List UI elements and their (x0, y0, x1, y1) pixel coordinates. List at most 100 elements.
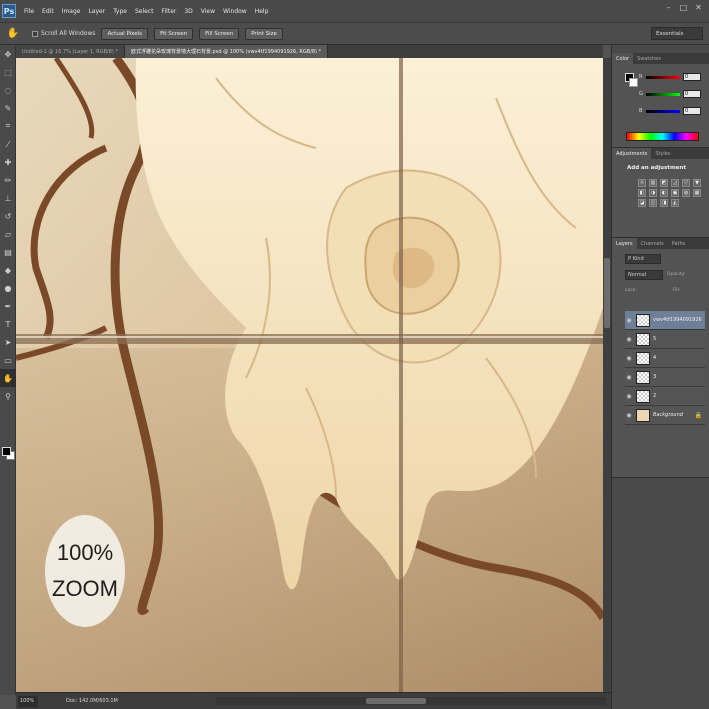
quick-select-tool-icon[interactable]: ✎ (0, 99, 16, 117)
blend-row: Normal Opacity: (625, 268, 707, 281)
eraser-tool-icon[interactable]: ▱ (0, 225, 16, 243)
color-lookup-icon[interactable]: ◍ (682, 189, 690, 197)
horizontal-scroll-thumb[interactable] (366, 698, 426, 704)
menu-filter[interactable]: Filter (158, 8, 181, 15)
tab-active-document[interactable]: 欧式浮雕花朵玫瑰背景墙大理石背景.psd @ 100% (vwv4tf19940… (124, 45, 329, 58)
workspace-select[interactable]: Essentials (651, 27, 703, 40)
menu-image[interactable]: Image (58, 8, 85, 15)
tab-color[interactable]: Color (612, 53, 634, 64)
menu-edit[interactable]: Edit (38, 8, 58, 15)
document-info[interactable]: Doc: 142.0M/603.1M (66, 698, 118, 704)
tab-paths[interactable]: Paths (668, 238, 690, 249)
blur-tool-icon[interactable]: ◆ (0, 261, 16, 279)
layer-row[interactable]: ◉ 4 (625, 349, 705, 368)
hand-icon[interactable]: ✋ (6, 27, 20, 41)
dodge-tool-icon[interactable]: ● (0, 279, 16, 297)
vertical-scrollbar[interactable] (603, 58, 611, 692)
posterize-icon[interactable]: ◪ (638, 199, 646, 207)
visibility-eye-icon[interactable]: ◉ (625, 393, 633, 400)
color-balance-icon[interactable]: ◧ (638, 189, 646, 197)
tab-layers[interactable]: Layers (612, 238, 637, 249)
curves-icon[interactable]: ◩ (660, 179, 668, 187)
pen-tool-icon[interactable]: ✒ (0, 297, 16, 315)
exposure-icon[interactable]: ◿ (671, 179, 679, 187)
clone-stamp-tool-icon[interactable]: ⊥ (0, 189, 16, 207)
path-selection-tool-icon[interactable]: ➤ (0, 333, 16, 351)
layer-row[interactable]: ◉ vwv4tf1994091926 (625, 311, 705, 330)
red-value[interactable]: 0 (683, 73, 701, 81)
layer-row[interactable]: ◉ 3 (625, 368, 705, 387)
layer-row[interactable]: ◉ 2 (625, 387, 705, 406)
maximize-icon[interactable]: □ (679, 3, 688, 12)
blue-value[interactable]: 0 (683, 107, 701, 115)
layer-kind-filter[interactable]: Ρ Kind (625, 253, 661, 264)
actual-pixels-button[interactable]: Actual Pixels (101, 27, 149, 40)
close-icon[interactable]: ✕ (694, 3, 703, 12)
menu-view[interactable]: View (197, 8, 219, 15)
checkbox-box[interactable] (32, 30, 38, 37)
tab-styles[interactable]: Styles (651, 148, 674, 159)
foreground-color-swatch[interactable] (2, 447, 11, 456)
levels-icon[interactable]: ▥ (649, 179, 657, 187)
channel-mixer-icon[interactable]: ▣ (671, 189, 679, 197)
color-spectrum-bar[interactable] (626, 132, 699, 141)
healing-brush-tool-icon[interactable]: ✚ (0, 153, 16, 171)
photo-filter-icon[interactable]: ◐ (660, 189, 668, 197)
menu-layer[interactable]: Layer (84, 8, 109, 15)
brightness-contrast-icon[interactable]: ☼ (638, 179, 646, 187)
blend-mode-select[interactable]: Normal (625, 269, 663, 280)
fill-screen-button[interactable]: Fill Screen (199, 27, 240, 40)
print-size-button[interactable]: Print Size (245, 27, 283, 40)
marquee-tool-icon[interactable]: ⬚ (0, 63, 16, 81)
gradient-tool-icon[interactable]: ▤ (0, 243, 16, 261)
shape-tool-icon[interactable]: ▭ (0, 351, 16, 369)
move-tool-icon[interactable]: ✥ (0, 45, 16, 63)
horizontal-scrollbar[interactable] (216, 697, 606, 705)
vertical-scroll-thumb[interactable] (604, 258, 610, 328)
hand-tool-icon[interactable]: ✋ (0, 369, 16, 387)
tab-swatches[interactable]: Swatches (633, 53, 665, 64)
gradient-map-icon[interactable]: ◨ (660, 199, 668, 207)
lasso-tool-icon[interactable]: ◌ (0, 81, 16, 99)
selective-color-icon[interactable]: ◭ (671, 199, 679, 207)
menu-3d[interactable]: 3D (180, 8, 196, 15)
tab-channels[interactable]: Channels (637, 238, 668, 249)
threshold-icon[interactable]: ◫ (649, 199, 657, 207)
visibility-eye-icon[interactable]: ◉ (625, 336, 633, 343)
eyedropper-tool-icon[interactable]: ⁄ (0, 135, 16, 153)
layer-thumbnail (636, 313, 650, 327)
crop-tool-icon[interactable]: ⌗ (0, 117, 16, 135)
menu-type[interactable]: Type (109, 8, 131, 15)
invert-icon[interactable]: ▦ (693, 189, 701, 197)
document-canvas[interactable]: 100% ZOOM (16, 58, 603, 692)
green-slider[interactable] (646, 92, 680, 96)
background-chip[interactable] (629, 78, 638, 87)
zoom-level-field[interactable]: 100% (18, 695, 38, 707)
hue-saturation-icon[interactable]: ▼ (693, 179, 701, 187)
right-panel-dock: ▤ ≡ Color Swatches R 0 G 0 B 0 (611, 45, 709, 709)
menu-help[interactable]: Help (251, 8, 273, 15)
type-tool-icon[interactable]: T (0, 315, 16, 333)
scroll-all-windows-checkbox[interactable]: Scroll All Windows (32, 30, 95, 37)
brush-tool-icon[interactable]: ✏ (0, 171, 16, 189)
visibility-eye-icon[interactable]: ◉ (625, 412, 633, 419)
zoom-tool-icon[interactable]: ⚲ (0, 387, 16, 405)
green-value[interactable]: 0 (683, 90, 701, 98)
visibility-eye-icon[interactable]: ◉ (625, 374, 633, 381)
tab-adjustments[interactable]: Adjustments (612, 148, 652, 159)
black-white-icon[interactable]: ◑ (649, 189, 657, 197)
menu-select[interactable]: Select (131, 8, 158, 15)
layer-row-background[interactable]: ◉ Background 🔒 (625, 406, 705, 425)
layer-row[interactable]: ◉ 5 (625, 330, 705, 349)
tab-untitled-1[interactable]: Untitled-1 @ 16.7% (Layer 1, RGB/8) * (16, 45, 125, 58)
menu-window[interactable]: Window (219, 8, 251, 15)
red-slider[interactable] (646, 75, 680, 79)
visibility-eye-icon[interactable]: ◉ (625, 355, 633, 362)
menu-file[interactable]: File (20, 8, 38, 15)
vibrance-icon[interactable]: ▽ (682, 179, 690, 187)
visibility-eye-icon[interactable]: ◉ (625, 317, 633, 324)
fit-screen-button[interactable]: Fit Screen (154, 27, 194, 40)
blue-slider[interactable] (646, 109, 680, 113)
history-brush-tool-icon[interactable]: ↺ (0, 207, 16, 225)
minimize-icon[interactable]: – (664, 3, 673, 12)
